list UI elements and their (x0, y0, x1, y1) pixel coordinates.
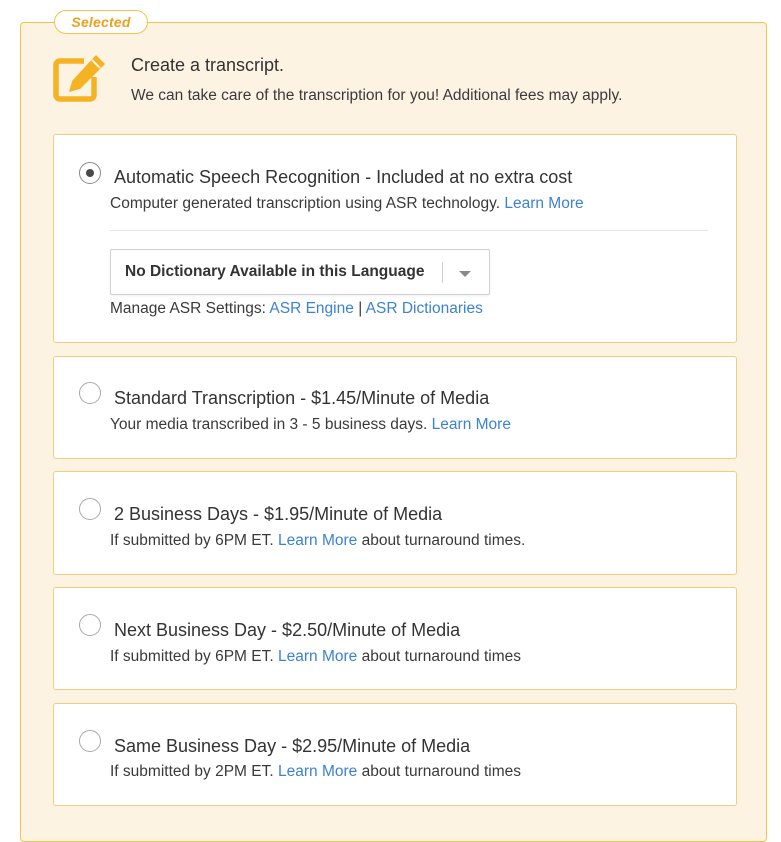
next-day-learn-more-link[interactable]: Learn More (278, 648, 357, 665)
same-day-description-pre: If submitted by 2PM ET. (110, 763, 274, 780)
next-day-radio[interactable] (79, 614, 101, 636)
asr-learn-more-link[interactable]: Learn More (504, 195, 583, 212)
header-subtitle: We can take care of the transcription fo… (131, 87, 623, 104)
selected-badge: Selected (54, 10, 148, 34)
option-card-same-day[interactable]: Same Business Day - $2.95/Minute of Medi… (53, 703, 737, 806)
manage-asr-settings: Manage ASR Settings: ASR Engine | ASR Di… (110, 300, 483, 318)
two-day-description-post: about turnaround times. (361, 532, 526, 549)
same-day-radio[interactable] (79, 730, 101, 752)
dropdown-separator (442, 262, 443, 283)
asr-description-text: Computer generated transcription using A… (110, 195, 501, 212)
header-title: Create a transcript. (131, 55, 285, 75)
chevron-down-icon[interactable] (459, 271, 471, 277)
same-day-description-post: about turnaround times (361, 763, 521, 780)
dictionary-select-value: No Dictionary Available in this Language (125, 263, 425, 280)
next-day-description-pre: If submitted by 6PM ET. (110, 648, 274, 665)
same-day-title: Same Business Day - $2.95/Minute of Medi… (114, 736, 471, 756)
standard-title: Standard Transcription - $1.45/Minute of… (114, 388, 490, 408)
asr-engine-link[interactable]: ASR Engine (269, 300, 353, 317)
next-day-title: Next Business Day - $2.50/Minute of Medi… (114, 620, 461, 640)
dictionary-select[interactable]: No Dictionary Available in this Language (110, 249, 490, 295)
asr-title: Automatic Speech Recognition - Included … (114, 167, 573, 187)
same-day-description: If submitted by 2PM ET. Learn More about… (110, 763, 521, 781)
two-day-title: 2 Business Days - $1.95/Minute of Media (114, 504, 443, 524)
next-day-description: If submitted by 6PM ET. Learn More about… (110, 648, 521, 666)
two-day-description: If submitted by 6PM ET. Learn More about… (110, 532, 525, 550)
manage-asr-label: Manage ASR Settings: (110, 300, 266, 317)
option-card-next-day[interactable]: Next Business Day - $2.50/Minute of Medi… (53, 587, 737, 690)
edit-icon (53, 55, 105, 102)
two-day-description-pre: If submitted by 6PM ET. (110, 532, 274, 549)
two-day-learn-more-link[interactable]: Learn More (278, 532, 357, 549)
asr-description: Computer generated transcription using A… (110, 195, 584, 213)
asr-radio[interactable] (79, 162, 101, 184)
standard-description-text: Your media transcribed in 3 - 5 business… (110, 416, 428, 433)
next-day-description-post: about turnaround times (361, 648, 521, 665)
asr-divider (110, 230, 708, 231)
link-separator: | (358, 300, 363, 317)
option-card-asr[interactable]: Automatic Speech Recognition - Included … (53, 134, 737, 343)
option-card-standard[interactable]: Standard Transcription - $1.45/Minute of… (53, 356, 737, 459)
standard-learn-more-link[interactable]: Learn More (432, 416, 511, 433)
standard-description: Your media transcribed in 3 - 5 business… (110, 416, 511, 434)
option-card-two-day[interactable]: 2 Business Days - $1.95/Minute of Media … (53, 471, 737, 575)
asr-dictionaries-link[interactable]: ASR Dictionaries (366, 300, 483, 317)
same-day-learn-more-link[interactable]: Learn More (278, 763, 357, 780)
standard-radio[interactable] (79, 382, 101, 404)
two-day-radio[interactable] (79, 498, 101, 520)
